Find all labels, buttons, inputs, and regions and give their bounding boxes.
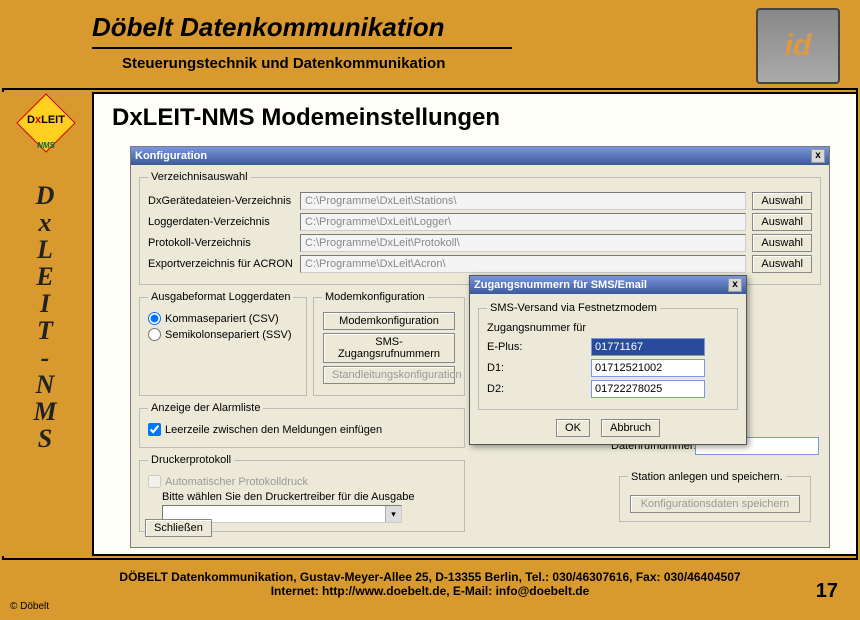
konfig-speichern-button: Konfigurationsdaten speichern — [630, 495, 800, 513]
zugang-sublabel: Zugangsnummer für — [487, 322, 729, 334]
verzeichnis-legend: Verzeichnisauswahl — [148, 171, 251, 183]
dir-label: Protokoll-Verzeichnis — [148, 237, 294, 249]
dxleit-logo: DxLEIT NMS — [13, 100, 79, 148]
dir-label: DxGerätedateien-Verzeichnis — [148, 195, 294, 207]
dir-label: Loggerdaten-Verzeichnis — [148, 216, 294, 228]
standleitung-button: Standleitungskonfiguration — [323, 366, 455, 384]
leerzeile-checkbox[interactable]: Leerzeile zwischen den Meldungen einfüge… — [148, 423, 456, 436]
dir-input-acron[interactable] — [300, 255, 746, 273]
company-name: Döbelt Datenkommunikation — [92, 12, 858, 43]
sms-fieldset: SMS-Versand via Festnetzmodem Zugangsnum… — [478, 302, 738, 410]
popup-title: Zugangsnummern für SMS/Email — [474, 279, 647, 291]
modemkonfig-fieldset: Modemkonfiguration Modemkonfiguration SM… — [313, 291, 465, 396]
dir-input-geraete[interactable] — [300, 192, 746, 210]
page-number: 17 — [816, 580, 838, 603]
sms-popup: Zugangsnummern für SMS/Email x SMS-Versa… — [469, 275, 747, 445]
dir-label: Exportverzeichnis für ACRON — [148, 258, 294, 270]
config-window: Konfiguration x Verzeichnisauswahl DxGer… — [130, 146, 830, 548]
eplus-label: E-Plus: — [487, 341, 591, 353]
drucker-hint: Bitte wählen Sie den Druckertreiber für … — [162, 491, 456, 503]
config-titlebar: Konfiguration x — [131, 147, 829, 165]
d1-label: D1: — [487, 362, 591, 374]
close-icon[interactable]: x — [728, 278, 742, 292]
popup-titlebar: Zugangsnummern für SMS/Email x — [470, 276, 746, 294]
dir-input-logger[interactable] — [300, 213, 746, 231]
anzeige-fieldset: Anzeige der Alarmliste Leerzeile zwische… — [139, 402, 465, 448]
slide-footer: DÖBELT Datenkommunikation, Gustav-Meyer-… — [2, 558, 858, 618]
footer-copyright: © Döbelt — [10, 601, 49, 612]
dir-row: Protokoll-Verzeichnis Auswahl — [148, 234, 812, 252]
d2-label: D2: — [487, 383, 591, 395]
auswahl-button[interactable]: Auswahl — [752, 192, 812, 210]
dir-row: Loggerdaten-Verzeichnis Auswahl — [148, 213, 812, 231]
d2-input[interactable] — [591, 380, 705, 398]
company-logo: id — [756, 8, 840, 84]
footer-internet: Internet: http://www.doebelt.de, E-Mail:… — [2, 584, 858, 598]
ok-button[interactable]: OK — [556, 419, 590, 437]
sms-zugang-button[interactable]: SMS-Zugangsrufnummern — [323, 333, 455, 363]
auswahl-button[interactable]: Auswahl — [752, 213, 812, 231]
autodruck-checkbox[interactable]: Automatischer Protokolldruck — [148, 475, 456, 488]
slide-sidebar: DxLEIT NMS DxLEIT-NMS — [2, 92, 90, 556]
chevron-down-icon[interactable]: ▾ — [385, 506, 401, 522]
footer-address: DÖBELT Datenkommunikation, Gustav-Meyer-… — [2, 570, 858, 584]
dir-row: Exportverzeichnis für ACRON Auswahl — [148, 255, 812, 273]
close-icon[interactable]: x — [811, 149, 825, 163]
abbruch-button[interactable]: Abbruch — [601, 419, 660, 437]
auswahl-button[interactable]: Auswahl — [752, 234, 812, 252]
auswahl-button[interactable]: Auswahl — [752, 255, 812, 273]
verzeichnis-fieldset: Verzeichnisauswahl DxGerätedateien-Verze… — [139, 171, 821, 285]
config-title: Konfiguration — [135, 150, 207, 162]
dir-input-protokoll[interactable] — [300, 234, 746, 252]
modemkonfig-button[interactable]: Modemkonfiguration — [323, 312, 455, 330]
radio-ssv[interactable]: Semikolonsepariert (SSV) — [148, 328, 298, 341]
header-underline — [92, 47, 512, 49]
company-subtitle: Steuerungstechnik und Datenkommunikation — [122, 55, 858, 72]
d1-input[interactable] — [591, 359, 705, 377]
radio-csv[interactable]: Kommasepariert (CSV) — [148, 312, 298, 325]
ausgabeformat-fieldset: Ausgabeformat Loggerdaten Kommasepariert… — [139, 291, 307, 396]
dir-row: DxGerätedateien-Verzeichnis Auswahl — [148, 192, 812, 210]
vertical-product-name: DxLEIT-NMS — [2, 182, 90, 452]
station-speichern-fieldset: Station anlegen und speichern. Konfigura… — [619, 471, 811, 522]
slide-title: DxLEIT-NMS Modemeinstellungen — [112, 104, 838, 132]
eplus-input[interactable] — [591, 338, 705, 356]
slide-header: Döbelt Datenkommunikation Steuerungstech… — [2, 2, 858, 90]
schliessen-button[interactable]: Schließen — [145, 519, 212, 537]
slide-content: DxLEIT-NMS Modemeinstellungen Konfigurat… — [92, 92, 858, 556]
